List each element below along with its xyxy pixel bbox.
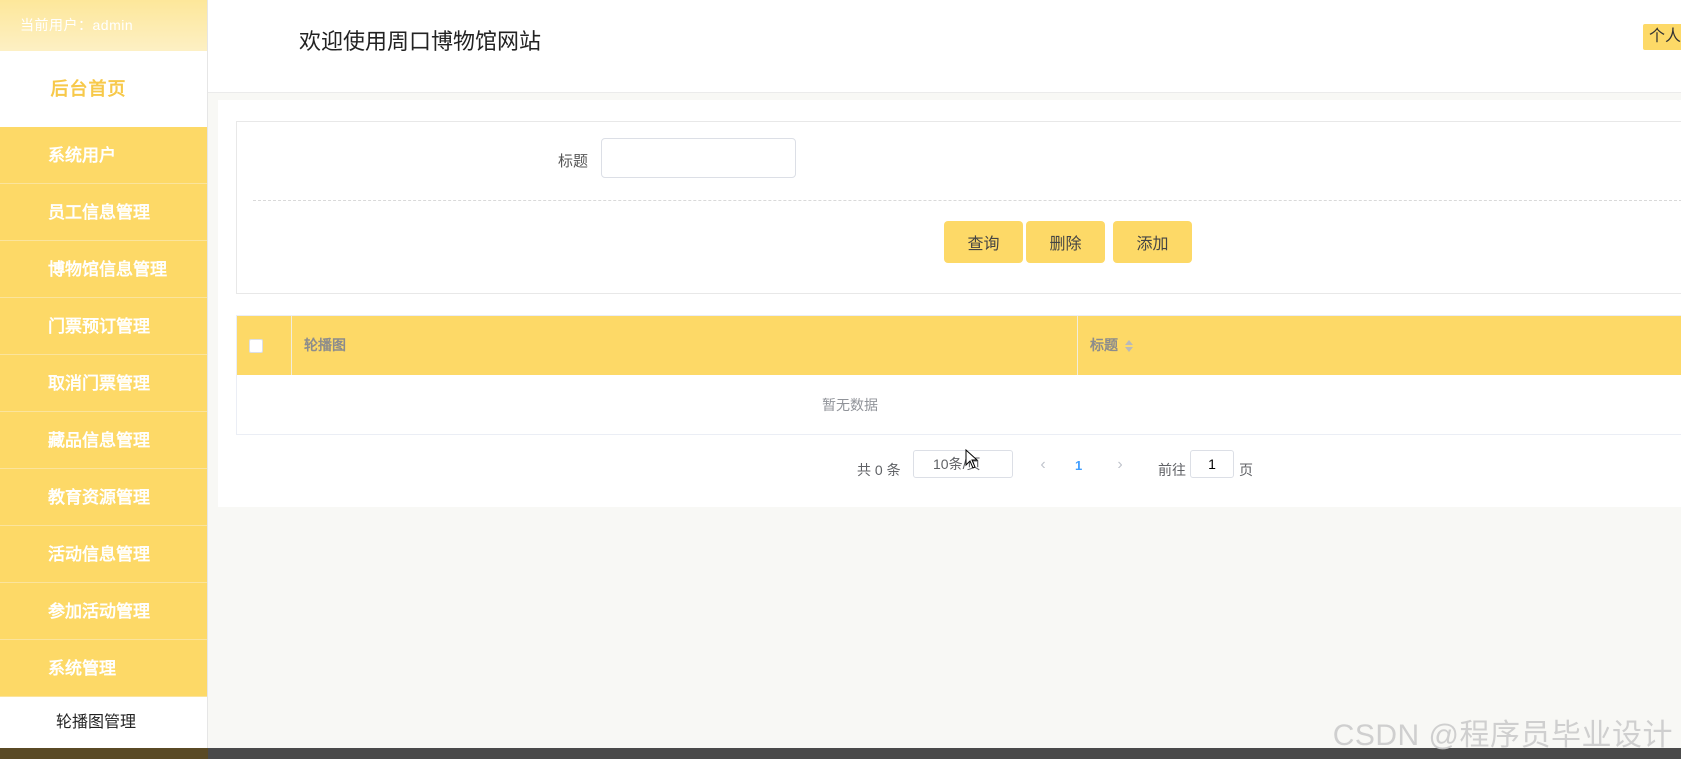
chevron-right-icon[interactable]: › [1113,456,1127,474]
sort-icon[interactable] [1124,339,1134,353]
watermark: CSDN @程序员毕业设计 [1332,719,1673,752]
current-user-label: 当前用户：admin [0,0,207,51]
title-field-label: 标题 [558,153,589,170]
sidebar-item-activity-info[interactable]: 活动信息管理 [0,526,207,583]
title-search-input[interactable] [601,138,796,178]
sidebar-item-museum-info[interactable]: 博物馆信息管理 [0,241,207,298]
submenu-item-carousel[interactable]: 轮播图管理 [0,697,207,748]
sidebar-item-activity-participation[interactable]: 参加活动管理 [0,583,207,640]
chevron-left-icon[interactable]: ‹ [1036,456,1050,474]
pagination: 共 0 条 10条/页 ‹ 1 › 前往 页 [0,450,1681,484]
sidebar-item-employee-info[interactable]: 员工信息管理 [0,184,207,241]
page-jump-input[interactable] [1190,450,1234,478]
search-form: 标题 查询 删除 添加 [236,121,1681,294]
add-button[interactable]: 添加 [1113,221,1192,263]
empty-text-label: 暂无数据 [822,397,878,413]
form-divider [253,200,1681,201]
sidebar-item-system-management[interactable]: 系统管理 [0,640,207,697]
goto-label: 前往 [1158,462,1186,478]
delete-button[interactable]: 删除 [1026,221,1105,263]
personal-center-button[interactable]: 个人中心 [1643,24,1681,50]
sidebar-item-ticket-booking[interactable]: 门票预订管理 [0,298,207,355]
header: 欢迎使用周口博物馆网站 个人中心 [208,0,1681,93]
column-header-title[interactable]: 标题 [1078,316,1681,375]
main-panel: 标题 查询 删除 添加 轮播图 标题 暂无数据 [218,100,1681,507]
select-all-checkbox[interactable] [249,339,263,353]
mouse-cursor-icon [965,449,979,469]
sidebar: 当前用户：admin 后台首页 系统用户 员工信息管理 博物馆信息管理 门票预订… [0,0,208,759]
column-header-banner: 轮播图 [292,316,1078,375]
page-suffix-label: 页 [1239,462,1253,478]
page-size-select[interactable]: 10条/页 [913,450,1013,478]
column-header-banner-label: 轮播图 [304,337,346,353]
pagination-total: 共 0 条 [857,462,901,478]
home-link[interactable]: 后台首页 [0,51,207,127]
page-number-current[interactable]: 1 [1075,458,1082,473]
table-header: 轮播图 标题 [237,316,1681,375]
sidebar-item-system-users[interactable]: 系统用户 [0,127,207,184]
sidebar-item-ticket-cancel[interactable]: 取消门票管理 [0,355,207,412]
sidebar-bottom-strip [0,748,208,759]
page-title: 欢迎使用周口博物馆网站 [299,29,542,54]
data-table: 轮播图 标题 暂无数据 [236,315,1681,435]
empty-table-message: 暂无数据 [237,375,1467,435]
column-header-title-label: 标题 [1090,337,1118,353]
query-button[interactable]: 查询 [944,221,1023,263]
select-all-cell [237,316,292,375]
